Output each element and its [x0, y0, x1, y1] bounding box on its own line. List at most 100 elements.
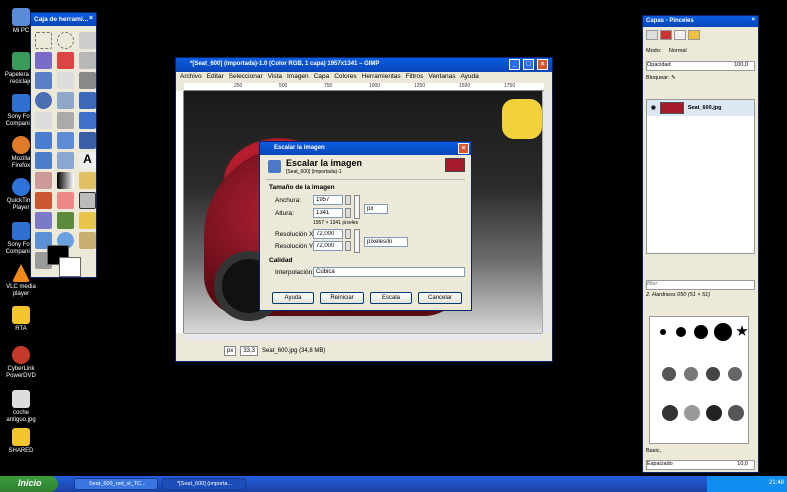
clone-tool-icon[interactable]	[57, 212, 74, 229]
scale-tool-icon[interactable]	[35, 132, 52, 149]
menu-colores[interactable]: Colores	[334, 73, 356, 81]
brush-preset[interactable]	[714, 323, 732, 341]
height-input[interactable]	[313, 208, 343, 218]
brush-preset[interactable]	[736, 325, 748, 336]
brush-preset[interactable]	[684, 405, 700, 421]
free-select-tool-icon[interactable]	[79, 32, 96, 49]
menu-archivo[interactable]: Archivo	[180, 73, 202, 81]
desktop-icon-rta[interactable]: RTA	[2, 306, 40, 333]
desktop-icon-shared[interactable]: SHARED	[2, 428, 40, 455]
flip-tool-icon[interactable]	[35, 152, 52, 169]
heal-tool-icon[interactable]	[79, 212, 96, 229]
move-tool-icon[interactable]	[79, 92, 96, 109]
ink-tool-icon[interactable]	[35, 212, 52, 229]
brush-preset[interactable]	[684, 367, 698, 381]
size-chain-link-icon[interactable]	[354, 195, 360, 219]
brush-preset[interactable]	[662, 405, 678, 421]
mode-select[interactable]: Normal	[669, 48, 687, 54]
rect-select-tool-icon[interactable]	[35, 32, 52, 49]
layers-close-icon[interactable]: ×	[751, 17, 755, 23]
menu-filtros[interactable]: Filtros	[406, 73, 424, 81]
align-tool-icon[interactable]	[35, 112, 52, 129]
layer-row[interactable]: ◉ Seat_600.jpg	[647, 100, 754, 116]
channels-tab-icon[interactable]	[660, 30, 672, 40]
fuzzy-select-tool-icon[interactable]	[35, 52, 52, 69]
brush-preset[interactable]	[676, 327, 686, 337]
zoom-tool-icon[interactable]	[35, 92, 52, 109]
toolbox-close-icon[interactable]: ×	[89, 15, 93, 22]
image-window-titlebar[interactable]: *[Seat_600] (importada)-1.0 (Color RGB, …	[176, 58, 552, 72]
smudge-tool-icon[interactable]	[79, 232, 96, 249]
perspective-tool-icon[interactable]	[79, 132, 96, 149]
zoom-select[interactable]: 33,3	[240, 346, 259, 356]
maximize-icon[interactable]: □	[523, 59, 534, 70]
res-y-spinner[interactable]	[345, 241, 351, 251]
pencil-tool-icon[interactable]	[79, 172, 96, 189]
menu-editar[interactable]: Editar	[207, 73, 224, 81]
menu-capa[interactable]: Capa	[314, 73, 330, 81]
cage-tool-icon[interactable]	[57, 152, 74, 169]
select-by-color-tool-icon[interactable]	[57, 52, 74, 69]
menu-ayuda[interactable]: Ayuda	[460, 73, 478, 81]
brush-preset[interactable]	[662, 367, 676, 381]
shear-tool-icon[interactable]	[57, 132, 74, 149]
airbrush-tool-icon[interactable]	[79, 192, 96, 209]
horizontal-scrollbar[interactable]	[184, 333, 542, 341]
scissors-tool-icon[interactable]	[79, 52, 96, 69]
text-tool-icon[interactable]: A	[79, 152, 96, 169]
unit-select[interactable]: px	[224, 346, 237, 356]
reset-button[interactable]: Reiniciar	[320, 292, 364, 304]
taskbar-item-seat-red[interactable]: Seat_600_red_vl_TC...	[74, 478, 158, 490]
brush-preset[interactable]	[706, 405, 722, 421]
res-y-input[interactable]	[313, 241, 343, 251]
desktop-icon-powerdvd[interactable]: CyberLink PowerDVD	[2, 346, 40, 380]
dialog-titlebar[interactable]: Escalar la imagen ×	[260, 142, 471, 155]
brush-preset[interactable]	[728, 405, 744, 421]
vertical-ruler[interactable]	[176, 91, 184, 333]
brush-preset[interactable]	[660, 329, 666, 335]
toolbox-titlebar[interactable]: Caja de herrami... ×	[31, 13, 96, 26]
brush-grid[interactable]	[649, 316, 749, 444]
help-button[interactable]: Ayuda	[272, 292, 314, 304]
opacity-row[interactable]: Opacidad 100,0	[646, 61, 755, 71]
background-color-swatch[interactable]	[59, 257, 81, 277]
menu-vista[interactable]: Vista	[268, 73, 282, 81]
resolution-chain-link-icon[interactable]	[354, 229, 360, 253]
brush-preset[interactable]	[694, 325, 708, 339]
menu-herramientas[interactable]: Herramientas	[362, 73, 401, 81]
res-x-input[interactable]	[313, 229, 343, 239]
paintbrush-tool-icon[interactable]	[35, 192, 52, 209]
eraser-tool-icon[interactable]	[57, 192, 74, 209]
interpolation-select[interactable]: Cúbica	[313, 267, 465, 277]
bucket-fill-tool-icon[interactable]	[35, 172, 52, 189]
blend-tool-icon[interactable]	[57, 172, 74, 189]
size-unit-select[interactable]: px	[364, 204, 388, 214]
close-icon[interactable]: ×	[537, 59, 548, 70]
undo-tab-icon[interactable]	[688, 30, 700, 40]
ellipse-select-tool-icon[interactable]	[57, 32, 74, 49]
width-input[interactable]	[313, 195, 343, 205]
foreground-select-tool-icon[interactable]	[35, 72, 52, 89]
crop-tool-icon[interactable]	[57, 112, 74, 129]
eye-icon[interactable]: ◉	[651, 105, 656, 111]
width-spinner[interactable]	[345, 195, 351, 205]
rotate-tool-icon[interactable]	[79, 112, 96, 129]
measure-tool-icon[interactable]	[57, 92, 74, 109]
vertical-scrollbar[interactable]	[542, 91, 552, 333]
layers-tab-icon[interactable]	[646, 30, 658, 40]
menu-imagen[interactable]: Imagen	[287, 73, 309, 81]
resolution-unit-select[interactable]: píxeles/in	[364, 237, 408, 247]
paths-tab-icon[interactable]	[674, 30, 686, 40]
horizontal-ruler[interactable]: 250 500 750 1000 1250 1500 1750	[184, 83, 544, 91]
brush-preset[interactable]	[728, 367, 742, 381]
taskbar-item-gimp[interactable]: *[Seat_600] (importa...	[162, 478, 246, 490]
brush-preset[interactable]	[706, 367, 720, 381]
lock-brush-icon[interactable]: ✎	[671, 75, 676, 81]
start-button[interactable]: Inicio	[0, 476, 58, 492]
height-spinner[interactable]	[345, 208, 351, 218]
color-picker-tool-icon[interactable]	[79, 72, 96, 89]
res-x-spinner[interactable]	[345, 229, 351, 239]
spacing-row[interactable]: Espaciado 10,0	[646, 460, 755, 470]
menu-ventanas[interactable]: Ventanas	[428, 73, 455, 81]
menu-seleccionar[interactable]: Seleccionar	[229, 73, 263, 81]
